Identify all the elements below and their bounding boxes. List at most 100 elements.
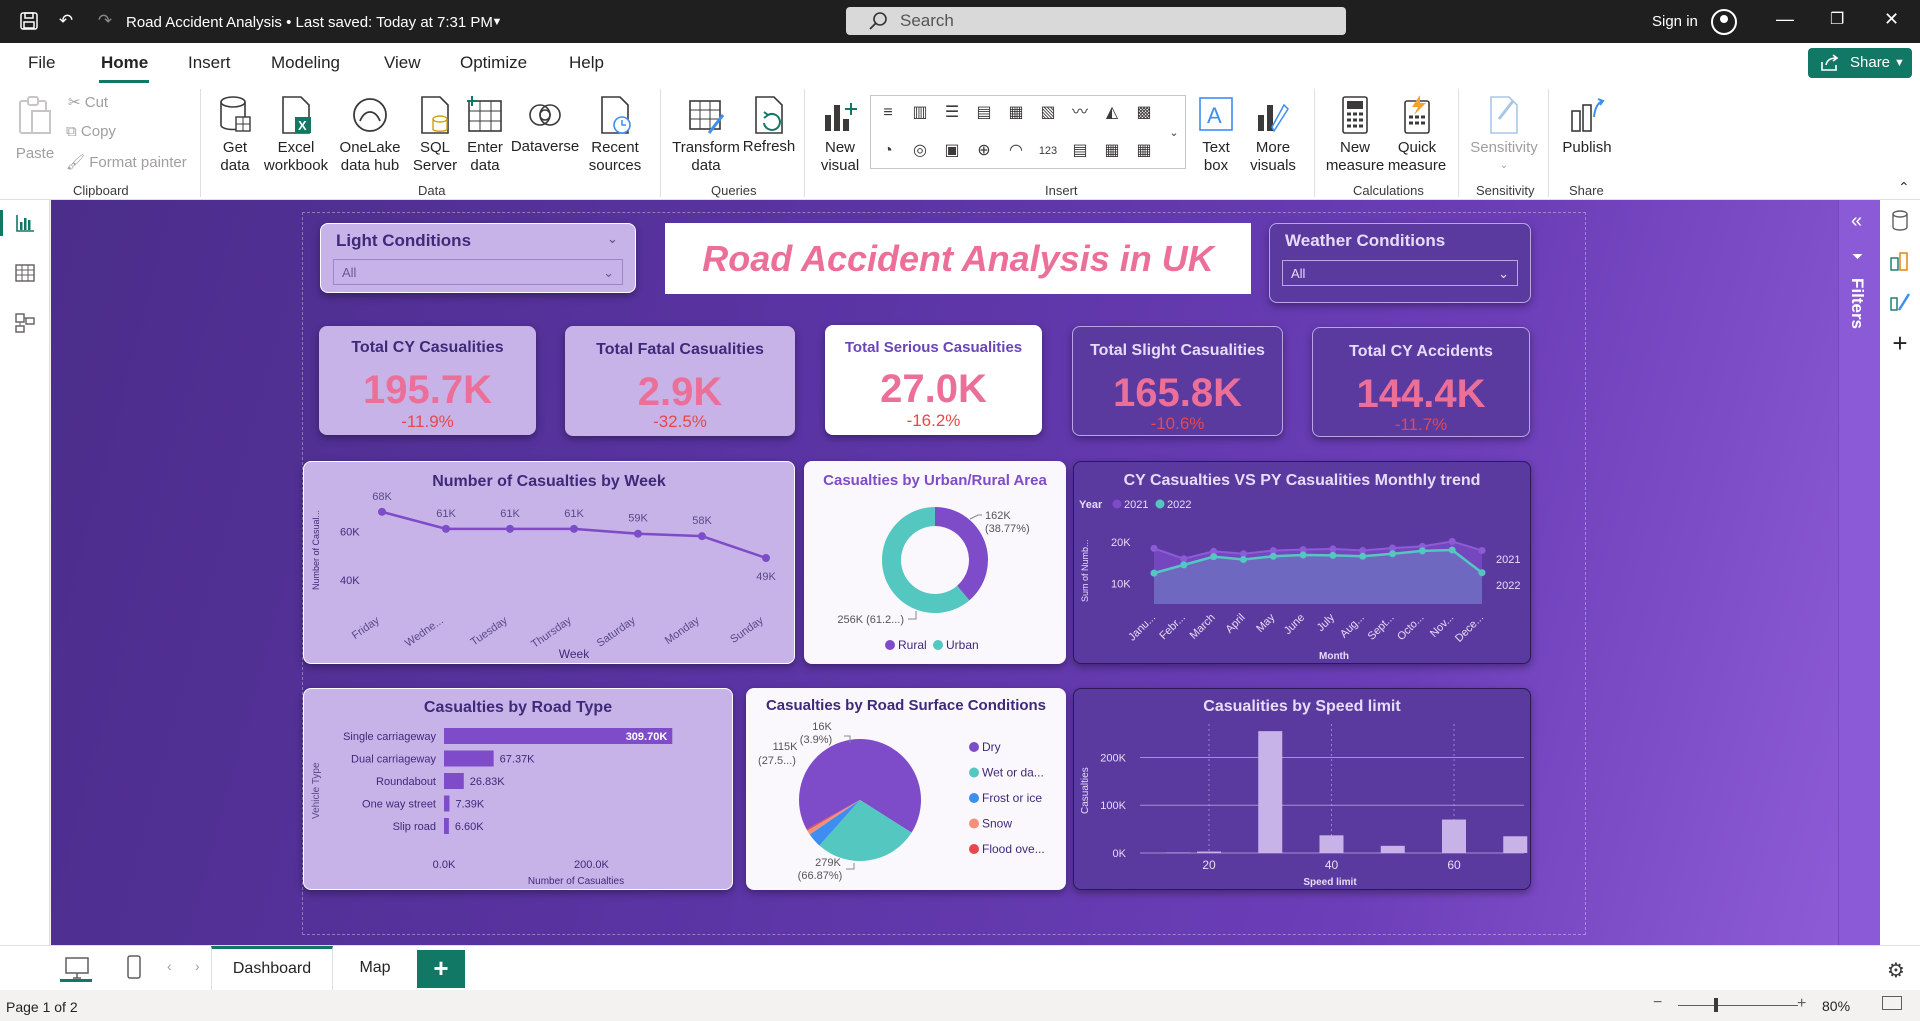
donut-chart-icon[interactable]: ◎	[909, 140, 931, 162]
format-painter-button[interactable]: 🖌 Format painter	[66, 153, 187, 171]
avatar-icon[interactable]	[1711, 9, 1737, 35]
weather-conditions-slicer[interactable]: Weather Conditions All ⌄	[1269, 223, 1531, 303]
zoom-in-icon[interactable]: +	[1797, 995, 1806, 1013]
menu-file[interactable]: File	[28, 53, 55, 73]
menu-home[interactable]: Home	[101, 53, 148, 73]
map-icon[interactable]: ⊕	[973, 140, 995, 162]
paste-button[interactable]: Paste	[14, 95, 56, 163]
report-view-icon[interactable]	[12, 212, 38, 238]
chart-road-surface[interactable]: Casualties by Road Surface Conditions 11…	[746, 688, 1066, 890]
kpi-card[interactable]: Total Slight Casualities 165.8K -10.6%	[1072, 326, 1283, 436]
copy-button[interactable]: ⧉ Copy	[66, 123, 116, 140]
chart-urban-rural[interactable]: Casualties by Urban/Rural Area 162K (38.7…	[804, 461, 1066, 664]
excel-workbook-button[interactable]: X Excel workbook	[262, 95, 330, 175]
refresh-button[interactable]: Refresh	[742, 95, 796, 156]
add-page-button[interactable]: +	[417, 950, 465, 988]
x-tick-label: Wedne...	[403, 615, 446, 650]
restore-icon[interactable]: ❐	[1830, 9, 1844, 29]
new-visual-button[interactable]: New visual	[812, 95, 868, 175]
prev-page-icon[interactable]: ‹	[167, 958, 172, 974]
menu-help[interactable]: Help	[569, 53, 604, 73]
publish-button[interactable]: Publish	[1558, 95, 1616, 157]
add-pane-icon[interactable]: +	[1889, 328, 1911, 358]
close-icon[interactable]: ✕	[1884, 9, 1899, 30]
combo-chart-icon[interactable]: ▧	[1037, 102, 1059, 124]
tab-dashboard[interactable]: Dashboard	[211, 946, 333, 990]
menu-view[interactable]: View	[384, 53, 421, 73]
fit-to-page-icon[interactable]	[1882, 996, 1902, 1010]
line-chart-icon[interactable]: 〰	[1069, 102, 1091, 124]
sensitivity-button[interactable]: Sensitivity ⌄	[1464, 95, 1544, 175]
table-view-icon[interactable]	[12, 262, 38, 288]
clustered-bar-icon[interactable]: ☰	[941, 102, 963, 124]
kpi-card[interactable]: Total CY Accidents 144.4K -11.7%	[1312, 327, 1530, 437]
enter-data-button[interactable]: Enter data	[462, 95, 508, 175]
kpi-card[interactable]: Total CY Casualities 195.7K -11.9%	[319, 326, 536, 435]
slicer-dropdown[interactable]: All ⌄	[333, 259, 623, 285]
get-data-button[interactable]: Get data	[210, 95, 260, 175]
document-title: Road Accident Analysis • Last saved: Tod…	[126, 14, 493, 31]
kpi-icon[interactable]: ▤	[1069, 140, 1091, 162]
chart-road-type[interactable]: Casualties by Road Type Vehicle Type Sing…	[303, 688, 733, 890]
redo-icon[interactable]: ↷	[94, 10, 116, 32]
treemap-icon[interactable]: ▣	[941, 140, 963, 162]
menu-optimize[interactable]: Optimize	[460, 53, 527, 73]
chart-monthly-trend[interactable]: CY Casualties VS PY Casualities Monthly …	[1073, 461, 1531, 664]
kpi-card[interactable]: Total Fatal Casualities 2.9K -32.5%	[565, 326, 795, 436]
more-visuals-button[interactable]: More visuals	[1244, 95, 1302, 175]
kpi-card[interactable]: Total Serious Casualities 27.0K -16.2%	[825, 325, 1042, 435]
menu-modeling[interactable]: Modeling	[271, 53, 340, 73]
quick-measure-button[interactable]: Quick measure	[1384, 95, 1450, 175]
recent-sources-button[interactable]: Recent sources	[582, 95, 648, 175]
filters-pane[interactable]: « ⏷ Filters	[1838, 200, 1880, 945]
light-conditions-slicer[interactable]: Light Conditions ⌄ All ⌄	[320, 223, 636, 293]
new-measure-button[interactable]: New measure	[1322, 95, 1388, 175]
undo-icon[interactable]: ↶	[55, 10, 77, 32]
cut-button[interactable]: ✂ Cut	[68, 93, 108, 111]
dataverse-button[interactable]: Dataverse	[508, 95, 582, 156]
transform-data-button[interactable]: Transform data	[668, 95, 744, 175]
next-page-icon[interactable]: ›	[195, 958, 200, 974]
format-pane-icon[interactable]	[1889, 290, 1911, 312]
gallery-expand-icon[interactable]: ⌄	[1163, 122, 1185, 144]
save-icon[interactable]	[18, 10, 40, 32]
text-box-button[interactable]: A Text box	[1192, 95, 1240, 175]
pie-chart-icon[interactable]: ◔	[877, 140, 899, 162]
ribbon-chart-icon[interactable]: ▩	[1133, 102, 1155, 124]
collapse-ribbon-icon[interactable]: ⌃	[1898, 179, 1910, 196]
minimize-icon[interactable]: —	[1776, 9, 1794, 30]
onelake-button[interactable]: OneLake data hub	[332, 95, 408, 175]
area-chart-icon[interactable]: ◭	[1101, 102, 1123, 124]
table-visual-icon[interactable]: ▦	[1101, 140, 1123, 162]
menu-insert[interactable]: Insert	[188, 53, 231, 73]
share-button[interactable]: Share ▼	[1808, 48, 1912, 78]
chart-speed-limit[interactable]: Casualities by Speed limit 200K 100K 0K Cas…	[1073, 688, 1531, 890]
zoom-out-icon[interactable]: −	[1653, 994, 1662, 1012]
clustered-column-icon[interactable]: ▤	[973, 102, 995, 124]
slicer-dropdown[interactable]: All ⌄	[1282, 260, 1518, 286]
chevron-down-icon[interactable]: ⌄	[607, 231, 618, 247]
mobile-layout-icon[interactable]	[126, 954, 142, 985]
visuals-gallery[interactable]: ≡ ▥ ☰ ▤ ▦ ▧ 〰 ◭ ▩ ◔ ◎ ▣ ⊕ ◠ 123 ▤ ▦ ▦ ⌄	[870, 95, 1186, 169]
model-view-icon[interactable]	[12, 312, 38, 338]
visualizations-pane-icon[interactable]	[1889, 250, 1911, 272]
data-pane-icon[interactable]	[1889, 210, 1911, 232]
stacked-column-icon[interactable]: ▥	[909, 102, 931, 124]
stacked-100-icon[interactable]: ▦	[1005, 102, 1027, 124]
tab-map[interactable]: Map	[335, 946, 415, 990]
collapse-filters-icon[interactable]: «	[1851, 210, 1862, 233]
stacked-bar-icon[interactable]: ≡	[877, 102, 899, 124]
gauge-icon[interactable]: ◠	[1005, 140, 1027, 162]
sign-in-link[interactable]: Sign in	[1652, 13, 1698, 30]
sql-server-button[interactable]: SQL Server	[410, 95, 460, 175]
settings-gear-icon[interactable]: ⚙	[1887, 958, 1905, 983]
search-input[interactable]: Search	[846, 7, 1346, 35]
line-point	[1180, 555, 1188, 563]
zoom-slider[interactable]	[1678, 1005, 1798, 1006]
zoom-slider-thumb[interactable]	[1714, 998, 1718, 1012]
chart-casualties-by-week[interactable]: Number of Casualties by Week 60K 40K Numbe…	[303, 461, 795, 664]
chevron-down-icon: ⌄	[1498, 266, 1509, 281]
card-icon[interactable]: 123	[1037, 140, 1059, 162]
matrix-icon[interactable]: ▦	[1133, 140, 1155, 162]
chevron-down-icon[interactable]: ▼	[486, 11, 508, 33]
